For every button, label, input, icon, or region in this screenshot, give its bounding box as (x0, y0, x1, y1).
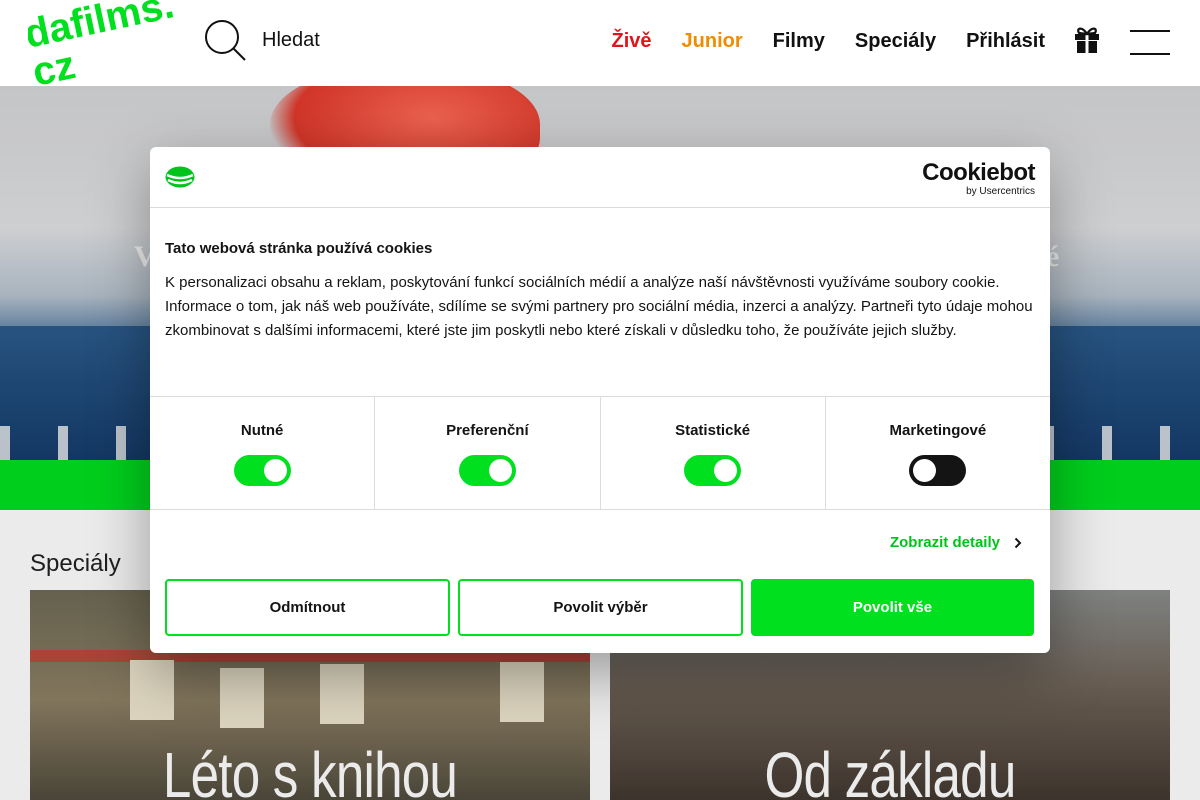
cookiebot-brand-logo[interactable]: Cookiebot by Usercentrics (922, 161, 1035, 197)
dialog-buttons: Odmítnout Povolit výběr Povolit vše (165, 579, 1034, 636)
toggle-necessary[interactable] (233, 455, 291, 486)
gift-icon[interactable] (1074, 26, 1100, 59)
toggle-statistics[interactable] (684, 455, 742, 486)
dafilms-logo[interactable]: dafilms. cz (28, 0, 178, 88)
category-necessary: Nutné (150, 397, 374, 509)
cookie-consent-dialog: Cookiebot by Usercentrics Tato webová st… (150, 147, 1050, 653)
chevron-right-icon (1014, 537, 1022, 548)
show-details-label: Zobrazit detaily (889, 534, 1000, 551)
dialog-body: Tato webová stránka používá cookies K pe… (150, 208, 1050, 396)
toggle-preferences[interactable] (458, 455, 516, 486)
category-statistics: Statistické (599, 397, 825, 509)
decline-button[interactable]: Odmítnout (165, 579, 450, 636)
page: dafilms. cz Hledat Živě Junior Filmy Spe… (0, 0, 1200, 800)
dialog-header: Cookiebot by Usercentrics (150, 147, 1050, 208)
nav-login[interactable]: Přihlásit (966, 30, 1045, 53)
search-label: Hledat (262, 28, 320, 51)
category-preferences: Preferenční (374, 397, 599, 509)
consent-categories: Nutné Preferenční Statistické Marketingo… (150, 396, 1050, 510)
allow-selection-button[interactable]: Povolit výběr (458, 579, 743, 636)
category-label: Statistické (675, 422, 751, 439)
brand-subtitle: by Usercentrics (966, 186, 1035, 197)
nav-live[interactable]: Živě (612, 30, 652, 53)
category-marketing: Marketingové (824, 397, 1050, 509)
category-label: Marketingové (889, 422, 987, 439)
cookie-icon (165, 166, 195, 193)
logo-graphic: dafilms. cz (28, 0, 178, 88)
nav-films[interactable]: Filmy (773, 30, 825, 53)
logo-text-line2: cz (29, 43, 79, 88)
brand-name: Cookiebot (922, 159, 1035, 186)
toggle-marketing[interactable] (909, 455, 967, 486)
search-icon (205, 20, 246, 61)
search-button[interactable]: Hledat (204, 19, 320, 61)
allow-all-button[interactable]: Povolit vše (751, 579, 1034, 636)
details-row: Zobrazit detaily (150, 510, 1050, 578)
category-label: Preferenční (446, 422, 529, 439)
show-details-link[interactable]: Zobrazit detaily (890, 534, 1022, 551)
nav-junior[interactable]: Junior (682, 30, 743, 53)
dialog-title: Tato webová stránka používá cookies (165, 240, 433, 257)
category-label: Nutné (240, 422, 284, 439)
hamburger-menu-icon[interactable] (1130, 30, 1170, 56)
main-nav: Živě Junior Filmy Speciály Přihlásit (612, 30, 1046, 53)
nav-specials[interactable]: Speciály (855, 30, 936, 53)
dialog-description: K personalizaci obsahu a reklam, poskyto… (165, 274, 1033, 339)
site-header: dafilms. cz Hledat Živě Junior Filmy Spe… (0, 0, 1200, 88)
